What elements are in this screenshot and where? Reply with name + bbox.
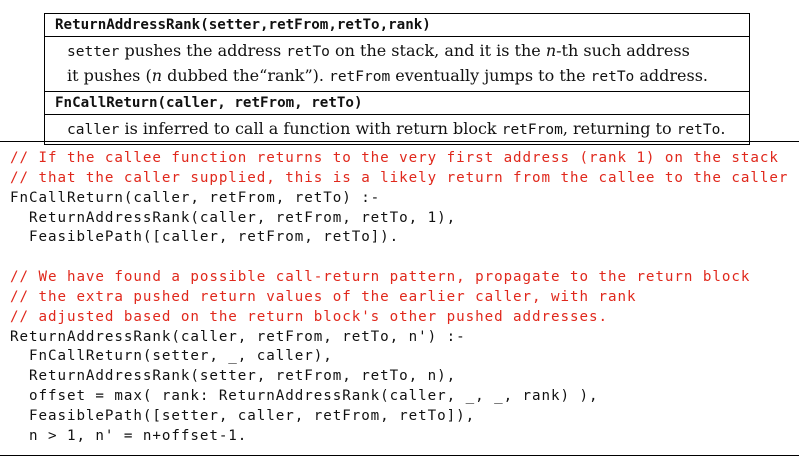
desc-span: . (720, 119, 726, 138)
code-rule-body-line: FnCallReturn(setter, _, caller), (10, 348, 333, 365)
relation-description: caller is inferred to call a function wi… (44, 114, 750, 145)
relation-description-line: setter pushes the address retTo on the s… (67, 39, 749, 64)
code-rule-head: ReturnAddressRank(caller, retFrom, retTo… (10, 328, 466, 345)
desc-span: caller (67, 122, 120, 138)
relation-description-row: setter pushes the address retTo on the s… (44, 36, 750, 92)
desc-span: , returning to (562, 119, 677, 138)
code-rule-body-line: FeasiblePath([setter, caller, retFrom, r… (10, 407, 476, 424)
relation-signature: FnCallReturn(caller, retFrom, retTo) (44, 91, 750, 115)
desc-span: retTo (590, 69, 635, 85)
listing-top-rule (0, 141, 799, 142)
desc-span: it pushes ( (67, 66, 152, 85)
code-rule-body-line: ReturnAddressRank(caller, retFrom, retTo… (10, 209, 457, 226)
desc-span: retFrom (329, 69, 391, 85)
relation-description-row: caller is inferred to call a function wi… (44, 114, 750, 145)
desc-span: n (151, 66, 163, 85)
code-rule-body-line: ReturnAddressRank(setter, retFrom, retTo… (10, 368, 457, 385)
desc-span: retFrom (501, 122, 563, 138)
code-comment-line: // the extra pushed return values of the… (10, 288, 637, 305)
desc-span: setter (67, 44, 120, 60)
listing-bottom-rule (0, 455, 799, 456)
code-rule-head: FnCallReturn(caller, retFrom, retTo) :- (10, 189, 381, 206)
code-comment-line: // that the caller supplied, this is a l… (10, 169, 789, 186)
desc-span: retTo (286, 44, 330, 60)
desc-span: -th such address (556, 41, 690, 60)
code-rule-body-line: n > 1, n' = n+offset-1. (10, 427, 248, 444)
relation-signature: ReturnAddressRank(setter,retFrom,retTo,r… (44, 13, 750, 37)
desc-span: address. (634, 66, 709, 85)
relation-header-row: FnCallReturn(caller, retFrom, retTo) (44, 91, 750, 115)
relation-description-line: caller is inferred to call a function wi… (67, 117, 749, 142)
desc-span: on the stack, and it is the (329, 41, 546, 60)
desc-span: pushes the address (119, 41, 287, 60)
datalog-code-listing: // If the callee function returns to the… (10, 149, 788, 447)
code-rule-body-line: offset = max( rank: ReturnAddressRank(ca… (10, 388, 599, 405)
relation-description-line: it pushes (n dubbed the“rank”). retFrom … (67, 64, 749, 89)
relation-definitions-table: ReturnAddressRank(setter,retFrom,retTo,r… (44, 13, 750, 145)
code-comment-line: // We have found a possible call-return … (10, 269, 751, 286)
code-rule-body-line: FeasiblePath([caller, retFrom, retTo]). (10, 229, 400, 246)
relation-header-row: ReturnAddressRank(setter,retFrom,retTo,r… (44, 13, 750, 37)
desc-span: retTo (676, 122, 721, 138)
relation-description: setter pushes the address retTo on the s… (44, 36, 750, 92)
desc-span: is inferred to call a function with retu… (119, 119, 502, 138)
desc-span: n (545, 41, 557, 60)
code-comment-line: // If the callee function returns to the… (10, 150, 779, 166)
desc-span: eventually jumps to the (390, 66, 591, 85)
code-comment-line: // adjusted based on the return block's … (10, 308, 608, 325)
desc-span: dubbed the“rank”). (162, 66, 330, 85)
